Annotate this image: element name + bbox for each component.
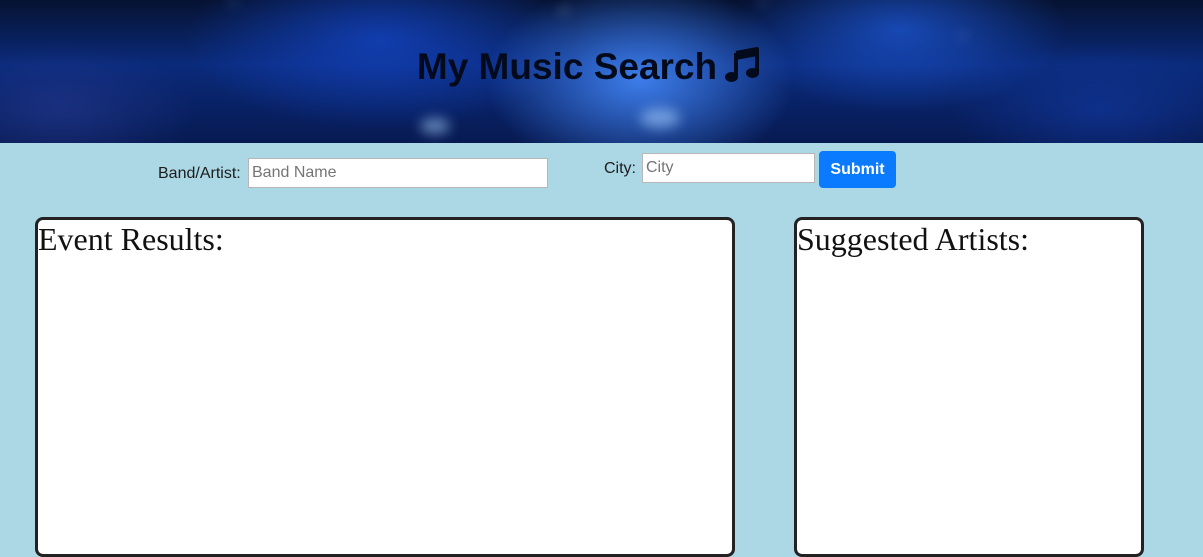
stage-light (760, 0, 765, 4)
submit-button[interactable]: Submit (819, 151, 896, 188)
page-title-text: My Music Search (416, 46, 718, 87)
event-results-panel: Event Results: (35, 217, 735, 557)
stage-light (560, 8, 568, 13)
stage-light (640, 108, 680, 128)
city-input[interactable] (642, 153, 815, 183)
artist-input[interactable] (248, 158, 548, 188)
stage-light (420, 118, 450, 134)
stage-light (960, 34, 966, 38)
music-note-icon (725, 47, 760, 82)
artist-label: Band/Artist: (158, 165, 241, 182)
stage-light (230, 0, 236, 4)
event-results-heading: Event Results: (38, 221, 224, 257)
suggested-artists-heading: Suggested Artists: (797, 221, 1030, 257)
page-title: My Music Search (0, 45, 1180, 89)
suggested-artists-panel: Suggested Artists: (794, 217, 1144, 557)
hero-banner: My Music Search (0, 0, 1203, 143)
city-label: City: (604, 160, 636, 177)
